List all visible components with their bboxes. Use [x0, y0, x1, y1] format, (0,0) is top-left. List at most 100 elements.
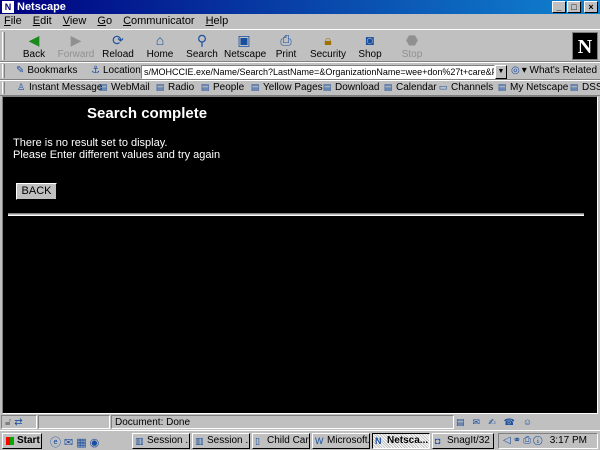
netscape-portal-icon: ▣: [237, 32, 251, 48]
navigation-toolbar: ◀ Back ▶ Forward ⟳ Reload ⌂ Home ⚲ Searc…: [0, 29, 600, 62]
related-dropdown-icon: ▾: [521, 65, 530, 76]
menu-view[interactable]: View: [63, 14, 87, 29]
composer-icon[interactable]: ✍: [488, 417, 504, 427]
bookmarks-button[interactable]: ✎ Bookmarks: [16, 63, 77, 79]
back-arrow-icon: ◀: [28, 32, 40, 48]
shopping-bag-icon: ◙: [365, 32, 375, 48]
security-status-cell[interactable]: 🔓︎ ⇄: [1, 415, 37, 429]
personal-item-my-netscape[interactable]: ▤ My Netscape: [497, 81, 569, 95]
task-session-1[interactable]: ▥ Session ...: [132, 433, 190, 449]
terminal-icon: ▥: [135, 436, 144, 446]
location-toolbar: ✎ Bookmarks ⚓︎ Location: s/MOHCCIE.exe/Nam…: [0, 62, 600, 80]
security-button[interactable]: 🔒︎ Security: [308, 31, 348, 62]
result-message-line-2: Please Enter different values and try ag…: [13, 149, 221, 161]
window-title-bar[interactable]: N Netscape _ □ ×: [0, 0, 600, 14]
reload-icon: ⟳: [112, 32, 124, 48]
location-toolbar-grip[interactable]: [2, 64, 5, 78]
channels-folder-icon: ▭: [438, 82, 448, 92]
home-button[interactable]: ⌂ Home: [140, 31, 180, 62]
printer-tray-icon[interactable]: ⎙: [523, 435, 533, 446]
menu-file[interactable]: File: [4, 14, 22, 29]
stop-icon: ⬣: [405, 32, 419, 48]
navigator-icon[interactable]: ▤: [456, 417, 473, 427]
security-lock-icon: 🔓︎: [5, 417, 12, 428]
windows-taskbar: Start ⓔ✉▦◉ ▥ Session ... ▥ Session ... ▯ Ch…: [0, 430, 600, 450]
personal-item-calendar[interactable]: ▤ Calendar: [383, 81, 437, 95]
personal-item-people[interactable]: ▤ People: [200, 81, 244, 95]
toolbar-grip[interactable]: [2, 32, 5, 60]
whats-related-button[interactable]: ◎ ▾ What's Related: [511, 63, 597, 79]
address-book-icon[interactable]: ☎: [504, 417, 523, 427]
start-button[interactable]: Start: [2, 433, 42, 449]
menu-help[interactable]: Help: [206, 14, 229, 29]
bookmark-page-icon: ▤: [155, 82, 165, 92]
horizontal-rule: [8, 213, 584, 216]
personal-item-instant-message[interactable]: ♙ Instant Message: [16, 81, 102, 95]
camera-icon: ◘: [435, 436, 441, 446]
result-message: There is no result set to display. Pleas…: [13, 137, 220, 161]
page-content: Search complete There is no result set t…: [2, 96, 598, 414]
personal-item-dss[interactable]: ▤DSS: [569, 81, 600, 95]
back-button[interactable]: ◀ Back: [14, 31, 54, 62]
task-netscape[interactable]: N Netsca...: [372, 433, 430, 449]
ie-icon[interactable]: ⓔ: [50, 437, 64, 449]
task-child-care[interactable]: ▯Child Car...: [252, 433, 310, 449]
forward-button[interactable]: ▶ Forward: [56, 31, 96, 62]
maximize-button[interactable]: □: [567, 1, 581, 13]
speaker-icon[interactable]: ◁: [503, 435, 513, 446]
reload-button[interactable]: ⟳ Reload: [98, 31, 138, 62]
bookmark-page-icon: ▤: [250, 82, 260, 92]
stop-button[interactable]: ⬣ Stop: [392, 31, 432, 62]
channels-icon[interactable]: ◉: [90, 437, 103, 449]
task-snagit[interactable]: ◘ SnagIt/32: [432, 433, 494, 449]
personal-item-yellow-pages[interactable]: ▤ Yellow Pages: [250, 81, 323, 95]
desktop-icon[interactable]: ▦: [76, 437, 89, 449]
menu-communicator[interactable]: Communicator: [123, 14, 195, 29]
bookmark-page-icon: ▤: [98, 82, 108, 92]
progress-meter: [38, 415, 110, 429]
personal-item-radio[interactable]: ▤ Radio: [155, 81, 194, 95]
personal-item-download[interactable]: ▤ Download: [322, 81, 380, 95]
info-icon[interactable]: ⓘ: [533, 435, 544, 446]
status-bar: 🔓︎ ⇄ Document: Done ▤✉✍☎☺: [0, 414, 600, 430]
page-proxy-icon[interactable]: ⚓︎: [91, 65, 100, 76]
print-button[interactable]: ⎙ Print: [266, 31, 306, 62]
chevron-down-icon: ▼: [497, 68, 505, 75]
terminal-icon: ▥: [195, 436, 204, 446]
search-button[interactable]: ⚲ Search: [182, 31, 222, 62]
word-icon: W: [315, 436, 324, 446]
system-tray: ◁⚭⎙ⓘ 3:17 PM: [498, 433, 598, 449]
task-session-2[interactable]: ▥ Session ...: [192, 433, 250, 449]
menu-edit[interactable]: Edit: [33, 14, 52, 29]
page-back-button[interactable]: BACK: [16, 183, 57, 200]
personal-item-channels[interactable]: ▭ Channels: [438, 81, 494, 95]
clock[interactable]: 3:17 PM: [550, 434, 587, 448]
close-button[interactable]: ×: [584, 1, 598, 13]
search-icon: ⚲: [196, 32, 208, 48]
shop-button[interactable]: ◙ Shop: [350, 31, 390, 62]
url-dropdown-button[interactable]: ▼: [495, 65, 507, 79]
netscape-button[interactable]: ▣ Netscape: [224, 31, 266, 62]
personal-item-webmail[interactable]: ▤ WebMail: [98, 81, 150, 95]
menu-go[interactable]: Go: [97, 14, 112, 29]
instant-message-icon: ♙: [16, 82, 26, 92]
component-bar: ▤✉✍☎☺: [456, 415, 540, 429]
bookmark-page-icon: ▤: [200, 82, 210, 92]
network-icon[interactable]: ⚭: [513, 435, 523, 446]
bookmark-page-icon: ▤: [569, 82, 579, 92]
bookmark-page-icon: ▤: [383, 82, 393, 92]
messenger-icon[interactable]: ✉: [473, 417, 489, 427]
lock-icon: 🔒︎: [324, 32, 332, 48]
result-message-line-1: There is no result set to display.: [13, 137, 168, 149]
bookmark-icon: ✎: [16, 65, 25, 76]
outlook-icon[interactable]: ✉: [64, 437, 76, 449]
forward-arrow-icon: ▶: [70, 32, 82, 48]
related-links-icon: ◎: [511, 65, 520, 76]
url-input[interactable]: s/MOHCCIE.exe/Name/Search?LastName=&Orga…: [141, 65, 495, 79]
aim-icon[interactable]: ☺: [523, 417, 540, 427]
netscape-throbber-logo[interactable]: N: [572, 32, 598, 60]
personal-toolbar-grip[interactable]: [2, 82, 5, 94]
task-microsoft-word[interactable]: WMicrosoft...: [312, 433, 370, 449]
minimize-button[interactable]: _: [552, 1, 566, 13]
netscape-icon: N: [375, 436, 382, 446]
